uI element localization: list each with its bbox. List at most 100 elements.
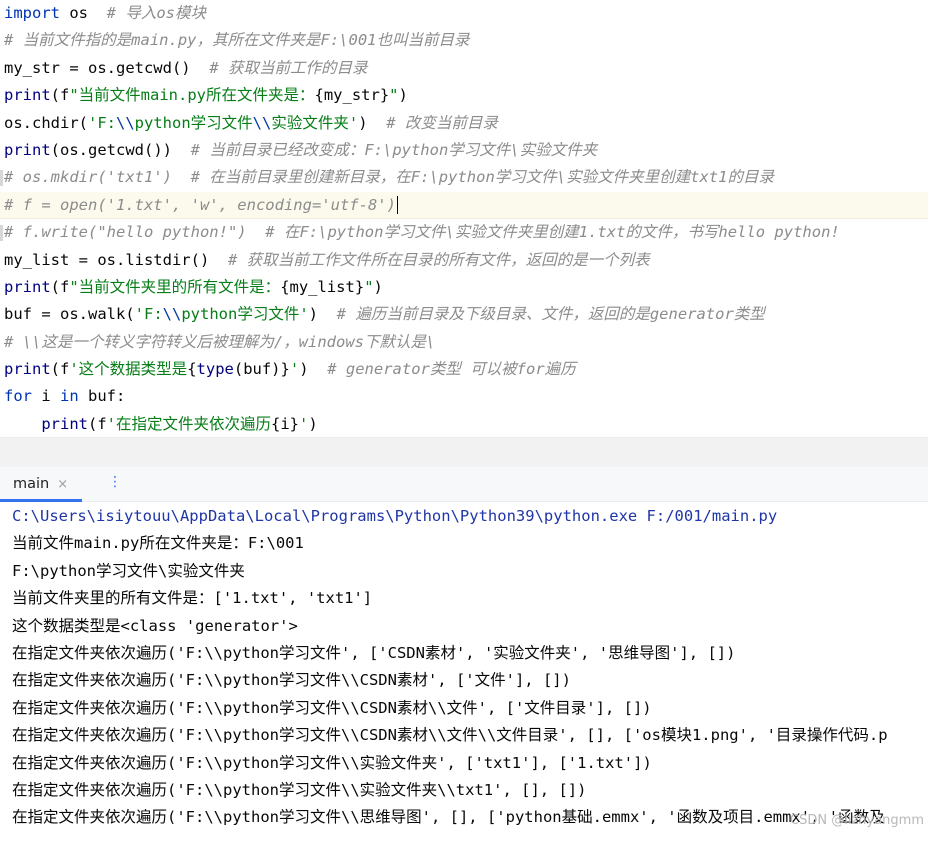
- code-token: # 改变当前目录: [386, 113, 498, 132]
- code-token: {: [187, 360, 197, 379]
- code-line[interactable]: buf = os.walk('F:\\python学习文件') # 遍历当前目录…: [0, 301, 928, 328]
- tab-main-label: main: [13, 476, 50, 492]
- code-token: import: [4, 4, 60, 22]
- code-token: os: [60, 4, 107, 22]
- close-icon[interactable]: ×: [57, 477, 68, 492]
- code-token: (f: [50, 86, 70, 105]
- code-line[interactable]: print(f'在指定文件夹依次遍历{i}'): [0, 411, 928, 437]
- code-editor[interactable]: import os # 导入os模块 # 当前文件指的是main.py，其所在文件…: [0, 0, 928, 437]
- code-token: # 遍历当前目录及下级目录、文件，返回的是generator类型: [336, 305, 765, 324]
- console-output-line: 当前文件夹里的所有文件是：['1.txt', 'txt1']: [12, 589, 373, 608]
- code-token: # 获取当前工作的目录: [209, 58, 368, 77]
- console-output-line: 在指定文件夹依次遍历('F:\\python学习文件\\实验文件夹', ['tx…: [12, 753, 652, 772]
- code-token: i: [32, 387, 60, 406]
- code-token: # 当前文件指的是main.py，其所在文件夹是F:\001也叫当前目录: [4, 31, 470, 50]
- panel-splitter[interactable]: [0, 437, 928, 468]
- code-token: 'F:: [88, 113, 116, 132]
- code-line[interactable]: # os.mkdir('txt1') # 在当前目录里创建新目录，在F:\pyt…: [0, 164, 928, 191]
- code-token: python学习文件': [181, 305, 309, 324]
- code-token: buf:: [78, 387, 126, 406]
- code-token: buf = os.walk(: [4, 305, 135, 324]
- code-token: print: [4, 360, 51, 379]
- text-caret: [396, 196, 399, 215]
- code-line[interactable]: import os # 导入os模块: [0, 0, 928, 27]
- watermark: CSDN @lizhyangmm: [790, 813, 924, 828]
- code-line[interactable]: # 当前文件指的是main.py，其所在文件夹是F:\001也叫当前目录: [0, 27, 928, 54]
- code-token: # f.write("hello python!") # 在F:\python学…: [4, 223, 840, 242]
- code-token: ): [308, 305, 337, 324]
- code-token: in: [60, 387, 79, 406]
- code-token: ": [389, 86, 399, 105]
- code-token: my_str = os.getcwd(): [4, 58, 210, 77]
- code-line[interactable]: # f = open('1.txt', 'w', encoding='utf-8…: [0, 191, 928, 220]
- code-token: ): [308, 414, 318, 433]
- code-token: ): [373, 277, 383, 296]
- code-token: # \\这是一个转义字符转义后被理解为/，windows下默认是\: [4, 332, 436, 351]
- code-token: ): [299, 360, 328, 379]
- code-token: ): [398, 86, 408, 105]
- code-token: type: [196, 360, 234, 379]
- console-output-line: 这个数据类型是<class 'generator'>: [12, 616, 298, 635]
- code-line[interactable]: my_str = os.getcwd() # 获取当前工作的目录: [0, 55, 928, 82]
- console-output-line: F:\python学习文件\实验文件夹: [12, 561, 245, 580]
- code-token: ': [299, 414, 309, 433]
- code-line[interactable]: my_list = os.listdir() # 获取当前工作文件所在目录的所有…: [0, 247, 928, 274]
- console-command-line: C:\Users\isiytouu\AppData\Local\Programs…: [12, 507, 778, 525]
- code-line[interactable]: print(f'这个数据类型是{type(buf)}') # generator…: [0, 356, 928, 383]
- code-token: print: [4, 140, 51, 159]
- code-token: (f: [50, 360, 70, 379]
- code-token: (f: [50, 277, 70, 296]
- code-token: ": [364, 277, 374, 296]
- console-output-line: 在指定文件夹依次遍历('F:\\python学习文件\\实验文件夹\\txt1'…: [12, 780, 587, 799]
- code-token: for: [4, 387, 32, 406]
- code-token: (buf)}: [233, 360, 290, 379]
- code-token: (os.getcwd()): [50, 140, 191, 159]
- code-token: (f: [88, 414, 107, 433]
- code-token: print: [4, 86, 51, 105]
- code-token: \\: [116, 113, 135, 132]
- code-token: {my_list}: [280, 277, 365, 296]
- code-token: '这个数据类型是: [69, 360, 188, 379]
- tab-main[interactable]: main ×: [0, 467, 82, 502]
- code-token: \\: [162, 305, 182, 324]
- code-line[interactable]: # \\这是一个转义字符转义后被理解为/，windows下默认是\: [0, 329, 928, 356]
- code-token: print: [41, 414, 88, 433]
- code-token: # 导入os模块: [106, 4, 206, 22]
- code-token: \\: [252, 113, 272, 132]
- console-output-line: 在指定文件夹依次遍历('F:\\python学习文件', ['CSDN素材', …: [12, 643, 736, 662]
- code-token: '在指定文件夹依次遍历: [106, 414, 272, 433]
- code-line[interactable]: for i in buf:: [0, 383, 928, 410]
- console-output-line: 在指定文件夹依次遍历('F:\\python学习文件\\CSDN素材', ['文…: [12, 671, 571, 690]
- console-output-line: 在指定文件夹依次遍历('F:\\python学习文件\\CSDN素材\\文件\\…: [12, 726, 888, 745]
- code-token: python学习文件: [134, 113, 253, 132]
- code-token: os.chdir(: [4, 113, 88, 132]
- code-token: print: [4, 277, 51, 296]
- code-line[interactable]: print(os.getcwd()) # 当前目录已经改变成：F:\python…: [0, 137, 928, 164]
- code-token: # os.mkdir('txt1') # 在当前目录里创建新目录，在F:\pyt…: [4, 168, 774, 187]
- console-output-line: 当前文件main.py所在文件夹是：F:\001: [12, 534, 304, 553]
- run-console-output[interactable]: C:\Users\isiytouu\AppData\Local\Programs…: [0, 502, 928, 844]
- code-token: # f = open('1.txt', 'w', encoding='utf-8…: [4, 195, 396, 214]
- console-output-line: 在指定文件夹依次遍历('F:\\python学习文件\\思维导图', [], […: [12, 808, 885, 827]
- code-token: {i}: [271, 414, 300, 433]
- code-token: # generator类型 可以被for遍历: [327, 360, 576, 379]
- code-token: "当前文件main.py所在文件夹是：: [69, 86, 315, 105]
- run-tool-window-header: main × ⋮: [0, 467, 928, 502]
- code-line[interactable]: # f.write("hello python!") # 在F:\python学…: [0, 219, 928, 246]
- more-options-icon[interactable]: ⋮: [108, 474, 122, 490]
- code-token: my_list = os.listdir(): [4, 250, 228, 269]
- code-token: "当前文件夹里的所有文件是：: [69, 277, 281, 296]
- console-output-line: 在指定文件夹依次遍历('F:\\python学习文件\\CSDN素材\\文件',…: [12, 698, 652, 717]
- code-token: # 获取当前工作文件所在目录的所有文件，返回的是一个列表: [227, 250, 650, 269]
- code-token: {my_str}: [314, 86, 390, 105]
- code-token: 实验文件夹': [271, 113, 359, 132]
- code-token: # 当前目录已经改变成：F:\python学习文件\实验文件夹: [190, 140, 598, 159]
- fold-marker: [0, 225, 3, 242]
- code-line[interactable]: print(f"当前文件夹里的所有文件是：{my_list}"): [0, 274, 928, 301]
- code-line[interactable]: os.chdir('F:\\python学习文件\\实验文件夹') # 改变当前…: [0, 110, 928, 137]
- fold-marker: [0, 170, 3, 187]
- code-token: ': [289, 360, 300, 379]
- code-token: 'F:: [134, 305, 163, 324]
- code-line[interactable]: print(f"当前文件main.py所在文件夹是：{my_str}"): [0, 82, 928, 109]
